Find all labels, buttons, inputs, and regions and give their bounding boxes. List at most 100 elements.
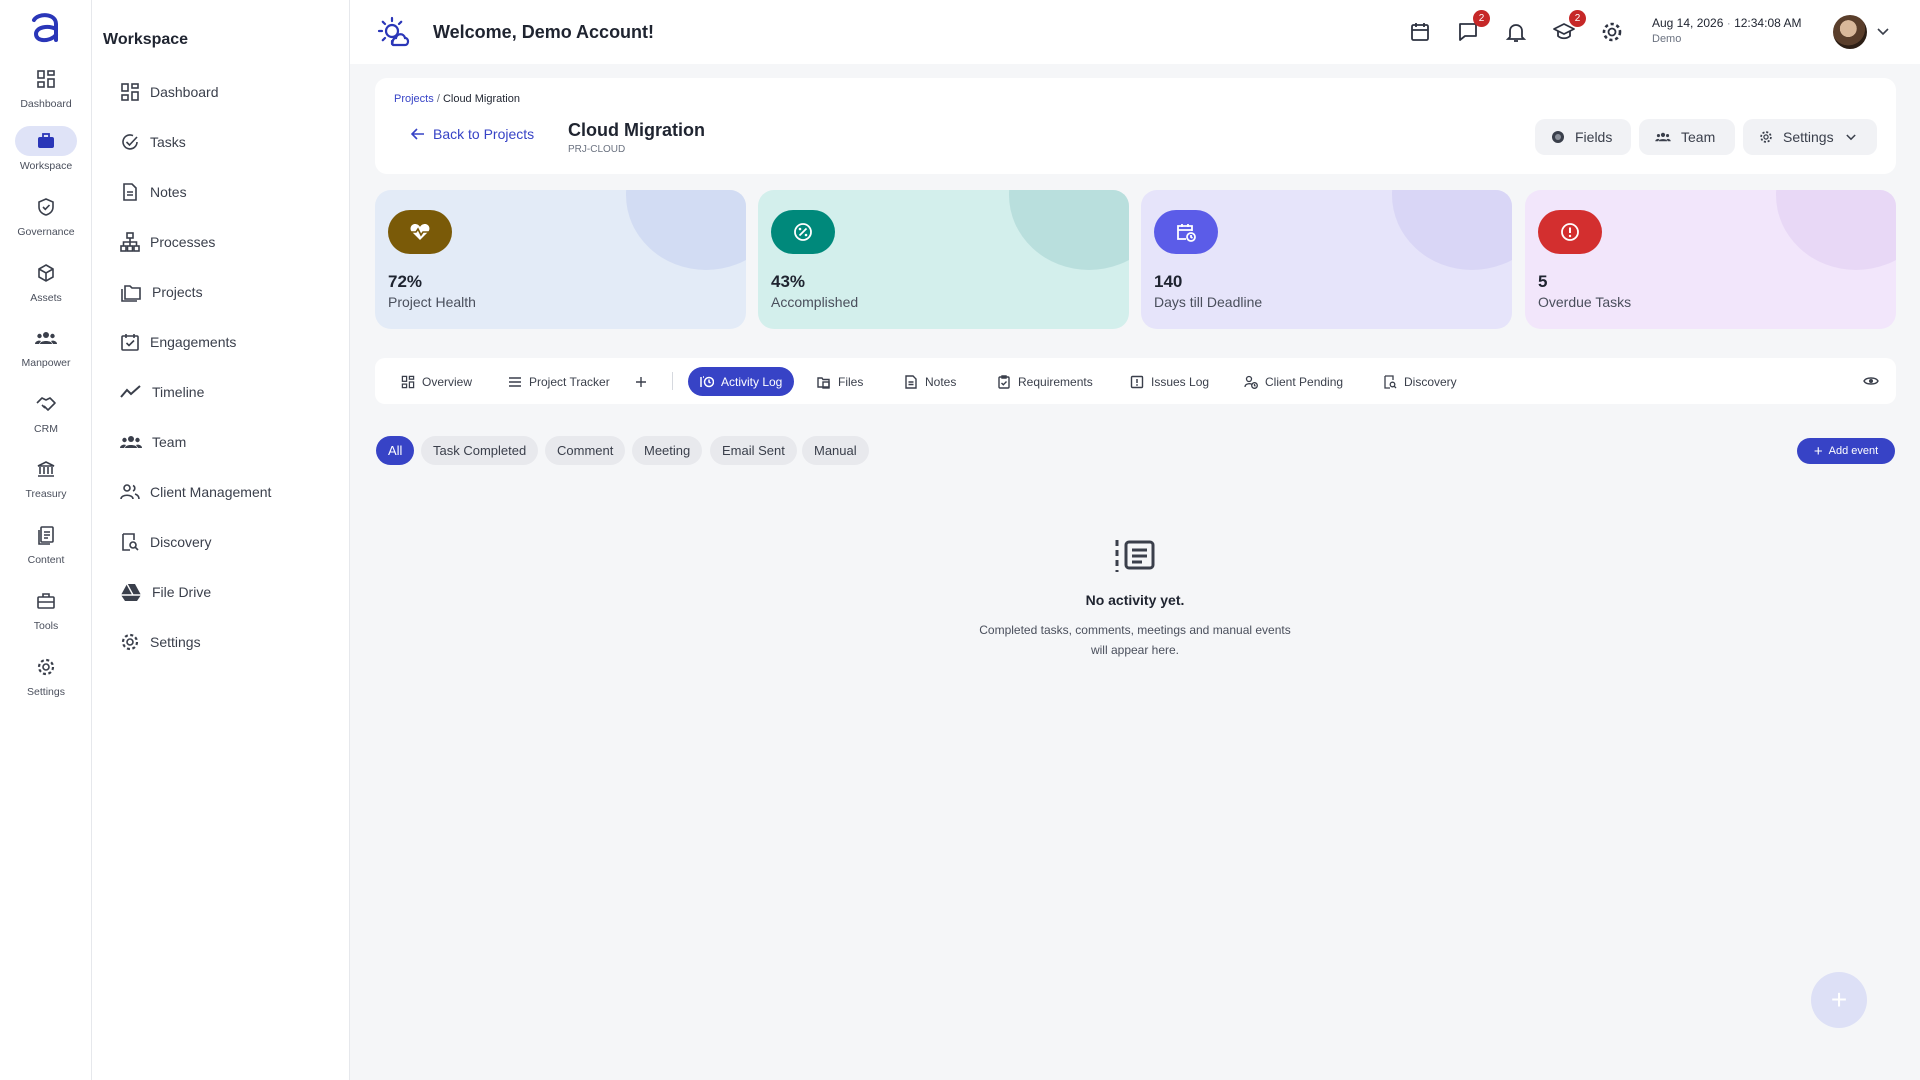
note-icon — [905, 374, 917, 389]
floating-add-button[interactable]: + — [1811, 972, 1867, 1028]
rail-item-manpower[interactable]: Manpower — [0, 323, 92, 369]
team-label: Team — [1681, 129, 1716, 145]
breadcrumb-current: Cloud Migration — [442, 93, 520, 105]
sidebar-item-label: Dashboard — [150, 84, 219, 100]
tab-label: Client Pending — [1265, 374, 1344, 389]
kpi-card-project-health: 72% Project Health — [375, 190, 746, 329]
chip-label: Manual — [814, 443, 857, 458]
add-event-button[interactable]: + Add event — [1797, 438, 1895, 464]
kpi-card-days-till-deadline: 140 Days till Deadline — [1141, 190, 1512, 329]
document-search-icon — [1384, 374, 1397, 389]
tab-client-pending[interactable]: Client Pending — [1232, 367, 1355, 396]
eye-icon[interactable] — [1863, 374, 1879, 388]
chevron-down-icon[interactable] — [1877, 28, 1889, 36]
kpi-value: 43% — [771, 272, 806, 291]
chevron-down-icon — [1845, 133, 1856, 140]
sidebar-item-timeline[interactable]: Timeline — [120, 378, 204, 406]
learning-badge: 2 — [1569, 10, 1586, 27]
messages-button[interactable]: 2 — [1456, 10, 1490, 44]
filter-chip-email-sent[interactable]: Email Sent — [710, 436, 797, 465]
time-text: 12:34:08 AM — [1734, 16, 1802, 30]
chip-label: All — [388, 443, 403, 458]
kpi-icon-badge — [1154, 210, 1218, 254]
handshake-icon — [36, 397, 56, 411]
back-to-projects-link[interactable]: Back to Projects — [411, 126, 534, 142]
chip-label: Comment — [557, 443, 614, 458]
sidebar-item-engagements[interactable]: Engagements — [120, 328, 236, 356]
sidebar-item-label: Tasks — [150, 134, 186, 150]
tab-requirements[interactable]: Requirements — [985, 367, 1105, 396]
learning-button[interactable]: 2 — [1552, 10, 1586, 44]
empty-state-line: will appear here. — [1090, 643, 1180, 657]
kpi-label: Days till Deadline — [1154, 294, 1263, 310]
settings-dropdown-button[interactable]: Settings — [1743, 119, 1877, 155]
rail-item-treasury[interactable]: Treasury — [0, 454, 92, 500]
sidebar-item-projects[interactable]: Projects — [120, 278, 203, 306]
rail-item-governance[interactable]: Governance — [0, 192, 92, 238]
notifications-button[interactable] — [1504, 20, 1528, 44]
sidebar-item-label: Settings — [150, 634, 201, 650]
date-text: Aug 14, 2026 — [1652, 16, 1724, 30]
app-logo-icon[interactable] — [28, 10, 64, 46]
rail-item-content[interactable]: Content — [0, 520, 92, 566]
kpi-card-overdue-tasks: 5 Overdue Tasks — [1525, 190, 1896, 329]
tab-files[interactable]: Files — [805, 367, 875, 396]
heart-pulse-icon — [410, 224, 430, 240]
tab-activity-log[interactable]: Activity Log — [688, 367, 795, 396]
tab-overview[interactable]: Overview — [389, 367, 484, 396]
tab-project-tracker[interactable]: Project Tracker — [496, 367, 622, 396]
user-clock-icon — [1244, 375, 1258, 389]
plus-icon: + — [1830, 984, 1848, 1015]
fields-button[interactable]: Fields — [1535, 119, 1631, 155]
check-circle-icon — [122, 134, 138, 150]
sidebar-item-label: Timeline — [152, 384, 205, 400]
sidebar-item-processes[interactable]: Processes — [120, 228, 215, 256]
sidebar-item-label: Engagements — [150, 334, 237, 350]
percent-badge-icon — [794, 223, 812, 241]
rail-label: Governance — [17, 226, 75, 238]
tab-issues-log[interactable]: Issues Log — [1118, 367, 1221, 396]
settings-button[interactable] — [1600, 20, 1624, 44]
calendar-clock-icon — [1177, 224, 1196, 242]
rail-item-assets[interactable]: Assets — [0, 258, 92, 304]
breadcrumb-projects-link[interactable]: Projects — [394, 93, 434, 105]
empty-state-line: Completed tasks, comments, meetings and … — [979, 623, 1291, 637]
filter-chip-task-completed[interactable]: Task Completed — [421, 436, 539, 465]
filter-chip-all[interactable]: All — [376, 436, 415, 465]
rail-item-workspace[interactable]: Workspace — [0, 126, 92, 172]
briefcase-icon — [38, 133, 54, 148]
tab-notes[interactable]: Notes — [892, 367, 968, 396]
calendar-button[interactable] — [1408, 20, 1432, 44]
sidebar-item-tasks[interactable]: Tasks — [120, 128, 186, 156]
tab-discovery[interactable]: Discovery — [1371, 367, 1469, 396]
gear-icon — [121, 633, 139, 651]
trend-line-icon — [120, 385, 141, 398]
kpi-label: Project Health — [388, 294, 476, 310]
rail-item-crm[interactable]: CRM — [0, 389, 92, 435]
sidebar-item-team[interactable]: Team — [120, 428, 186, 456]
filter-chip-comment[interactable]: Comment — [545, 436, 626, 465]
chip-label: Meeting — [644, 443, 691, 458]
sidebar-item-label: Projects — [152, 284, 203, 300]
sidebar-item-notes[interactable]: Notes — [120, 178, 187, 206]
avatar[interactable] — [1833, 15, 1867, 49]
fields-label: Fields — [1575, 129, 1613, 145]
add-tab-button[interactable] — [627, 367, 655, 396]
gear-icon — [1602, 22, 1622, 42]
kpi-label: Overdue Tasks — [1538, 294, 1632, 310]
rail-label: Workspace — [19, 160, 73, 172]
sidebar-item-dashboard[interactable]: Dashboard — [120, 78, 219, 106]
hierarchy-icon — [120, 232, 140, 252]
sidebar-item-discovery[interactable]: Discovery — [120, 528, 211, 556]
chip-label: Task Completed — [433, 443, 527, 458]
filter-chip-meeting[interactable]: Meeting — [632, 436, 703, 465]
sidebar-item-client-management[interactable]: Client Management — [120, 478, 271, 506]
rail-label: Treasury — [25, 488, 67, 500]
rail-item-settings[interactable]: Settings — [0, 652, 92, 698]
sidebar-item-settings[interactable]: Settings — [120, 628, 201, 656]
filter-chip-manual[interactable]: Manual — [802, 436, 869, 465]
kpi-icon-badge — [771, 210, 835, 254]
rail-item-dashboard[interactable]: Dashboard — [0, 64, 92, 110]
project-header-card: Projects / Cloud Migration Back to Proje… — [375, 78, 1896, 174]
team-button[interactable]: Team — [1639, 119, 1735, 155]
